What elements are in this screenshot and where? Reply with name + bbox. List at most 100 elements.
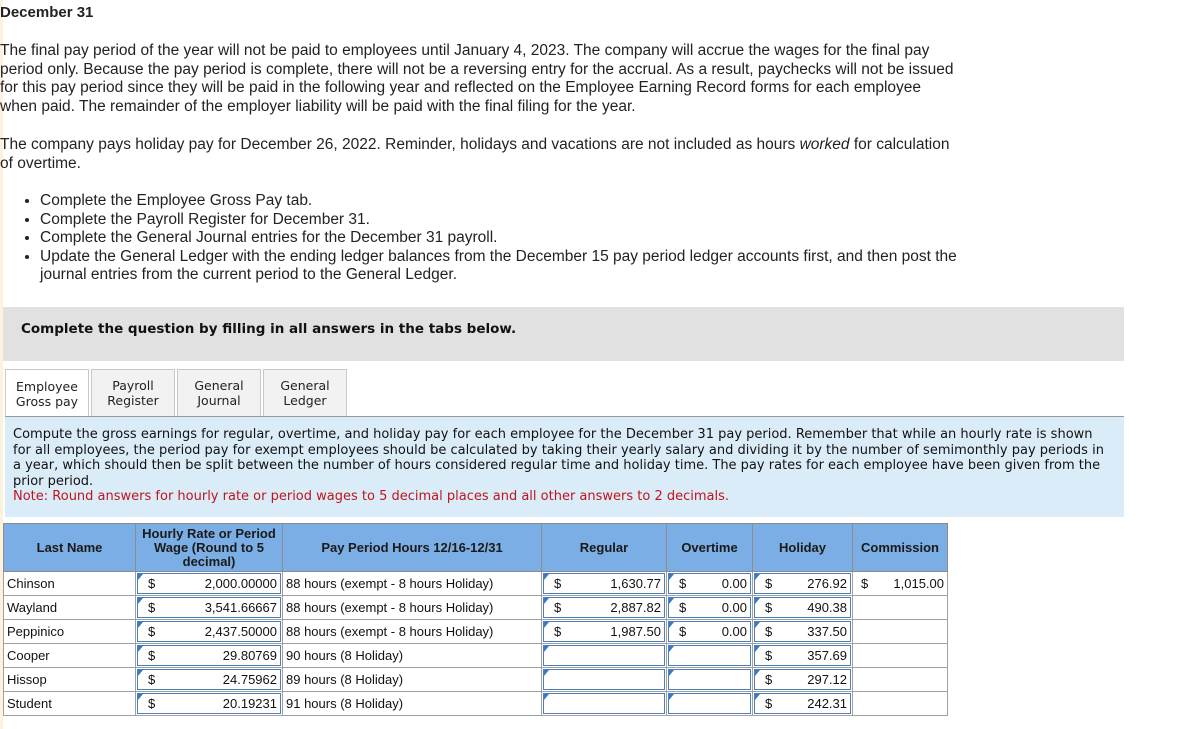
overtime-pay-value: 0.00 xyxy=(721,600,747,615)
pay-period-hours: 88 hours (exempt - 8 hours Holiday) xyxy=(282,619,542,644)
overtime-pay-cell xyxy=(666,667,753,692)
task-item: Complete the Payroll Register for Decemb… xyxy=(40,211,980,230)
tab-bar: Employee Gross pay Payroll Register Genera… xyxy=(5,369,349,417)
commission-value: 1,015.00 xyxy=(893,576,944,591)
task-item: Update the General Ledger with the endin… xyxy=(40,248,980,285)
rate-input[interactable]: $20.19231 xyxy=(137,693,281,714)
currency-symbol: $ xyxy=(765,600,773,615)
tab-label-line2: Gross pay xyxy=(15,393,79,409)
regular-pay-input[interactable] xyxy=(543,669,665,690)
regular-pay-value: 1,630.77 xyxy=(610,576,661,591)
holiday-paragraph: The company pays holiday pay for Decembe… xyxy=(0,136,960,173)
regular-pay-cell xyxy=(541,667,667,692)
currency-symbol: $ xyxy=(148,672,156,687)
tab-general-journal[interactable]: General Journal xyxy=(177,369,261,416)
regular-pay-value: 1,987.50 xyxy=(610,624,661,639)
table-row: Chinson $2,000.00000 88 hours (exempt - 8 … xyxy=(3,571,948,596)
tab-instructions: Compute the gross earnings for regular, … xyxy=(5,417,1124,517)
regular-pay-input[interactable] xyxy=(543,693,665,714)
rounding-note: Note: Round answers for hourly rate or p… xyxy=(13,489,730,505)
overtime-pay-cell: $0.00 xyxy=(666,595,753,620)
regular-pay-cell xyxy=(541,691,667,716)
rate-input[interactable]: $24.75962 xyxy=(137,669,281,690)
currency-symbol: $ xyxy=(861,576,869,591)
gross-pay-table: Last Name Hourly Rate or Period Wage (Ro… xyxy=(3,523,948,716)
holiday-pay-input[interactable]: $297.12 xyxy=(754,669,851,690)
currency-symbol: $ xyxy=(679,624,687,639)
overtime-pay-cell xyxy=(666,643,753,668)
regular-pay-cell xyxy=(541,643,667,668)
overtime-pay-value: 0.00 xyxy=(721,624,747,639)
holiday-pay-cell: $357.69 xyxy=(752,643,853,668)
regular-pay-input[interactable]: $1,630.77 xyxy=(543,573,665,594)
holiday-pay-cell: $490.38 xyxy=(752,595,853,620)
table-row: Hissop $24.75962 89 hours (8 Holiday) $297.… xyxy=(3,667,948,692)
rate-value: 2,000.00000 xyxy=(204,576,277,591)
employee-last-name: Chinson xyxy=(3,571,136,596)
holiday-pay-cell: $242.31 xyxy=(752,691,853,716)
rate-input[interactable]: $3,541.66667 xyxy=(137,597,281,618)
intro-paragraph: The final pay period of the year will no… xyxy=(0,42,954,115)
currency-symbol: $ xyxy=(679,600,687,615)
rate-value: 24.75962 xyxy=(222,672,277,687)
holiday-pay-input[interactable]: $357.69 xyxy=(754,645,851,666)
currency-symbol: $ xyxy=(554,624,562,639)
commission-cell xyxy=(852,667,948,692)
currency-symbol: $ xyxy=(148,624,156,639)
holiday-pay-input[interactable]: $242.31 xyxy=(754,693,851,714)
tab-payroll-register[interactable]: Payroll Register xyxy=(91,369,175,416)
overtime-pay-cell xyxy=(666,691,753,716)
overtime-pay-input[interactable]: $0.00 xyxy=(668,573,751,594)
employee-last-name: Peppinico xyxy=(3,619,136,644)
tab-label-line1: General xyxy=(280,378,330,393)
currency-symbol: $ xyxy=(765,696,773,711)
tab-label-line2: Journal xyxy=(197,393,241,408)
holiday-pay-input[interactable]: $490.38 xyxy=(754,597,851,618)
table-header-row: Last Name Hourly Rate or Period Wage (Ro… xyxy=(3,523,948,572)
tab-label-line1: Payroll xyxy=(112,378,154,393)
holiday-pay-value: 276.92 xyxy=(807,576,847,591)
tab-employee-gross-pay[interactable]: Employee Gross pay xyxy=(5,369,89,417)
table-row: Cooper $29.80769 90 hours (8 Holiday) $357.… xyxy=(3,643,948,668)
tab-label-line1: Employee xyxy=(16,378,78,394)
overtime-pay-input[interactable]: $0.00 xyxy=(668,621,751,642)
currency-symbol: $ xyxy=(148,576,156,591)
rate-cell: $20.19231 xyxy=(135,691,283,716)
currency-symbol: $ xyxy=(765,648,773,663)
rate-input[interactable]: $29.80769 xyxy=(137,645,281,666)
regular-pay-input[interactable]: $2,887.82 xyxy=(543,597,665,618)
pay-period-hours: 91 hours (8 Holiday) xyxy=(282,691,542,716)
header-rate: Hourly Rate or Period Wage (Round to 5 d… xyxy=(135,523,283,572)
regular-pay-input[interactable] xyxy=(543,645,665,666)
rate-input[interactable]: $2,000.00000 xyxy=(137,573,281,594)
holiday-pay-value: 242.31 xyxy=(807,696,847,711)
holiday-pay-value: 337.50 xyxy=(807,624,847,639)
holiday-pay-cell: $276.92 xyxy=(752,571,853,596)
commission-cell: $1,015.00 xyxy=(852,571,948,596)
holiday-paragraph-text-1: The company pays holiday pay for Decembe… xyxy=(0,136,800,153)
regular-pay-input[interactable]: $1,987.50 xyxy=(543,621,665,642)
currency-symbol: $ xyxy=(148,696,156,711)
currency-symbol: $ xyxy=(679,576,687,591)
rate-value: 3,541.66667 xyxy=(204,600,277,615)
instructions-banner: Complete the question by filling in all … xyxy=(3,307,1124,361)
overtime-pay-input[interactable] xyxy=(668,669,751,690)
employee-last-name: Hissop xyxy=(3,667,136,692)
regular-pay-cell: $2,887.82 xyxy=(541,595,667,620)
regular-pay-cell: $1,630.77 xyxy=(541,571,667,596)
overtime-pay-cell: $0.00 xyxy=(666,571,753,596)
overtime-pay-input[interactable] xyxy=(668,693,751,714)
header-hours: Pay Period Hours 12/16-12/31 xyxy=(282,523,542,572)
rate-value: 20.19231 xyxy=(222,696,277,711)
holiday-pay-input[interactable]: $337.50 xyxy=(754,621,851,642)
rate-cell: $24.75962 xyxy=(135,667,283,692)
header-commission: Commission xyxy=(852,523,948,572)
tab-general-ledger[interactable]: General Ledger xyxy=(263,369,347,416)
header-last-name: Last Name xyxy=(3,523,136,572)
rate-input[interactable]: $2,437.50000 xyxy=(137,621,281,642)
overtime-pay-input[interactable]: $0.00 xyxy=(668,597,751,618)
table-row: Wayland $3,541.66667 88 hours (exempt - 8 … xyxy=(3,595,948,620)
overtime-pay-input[interactable] xyxy=(668,645,751,666)
currency-symbol: $ xyxy=(148,600,156,615)
holiday-pay-input[interactable]: $276.92 xyxy=(754,573,851,594)
